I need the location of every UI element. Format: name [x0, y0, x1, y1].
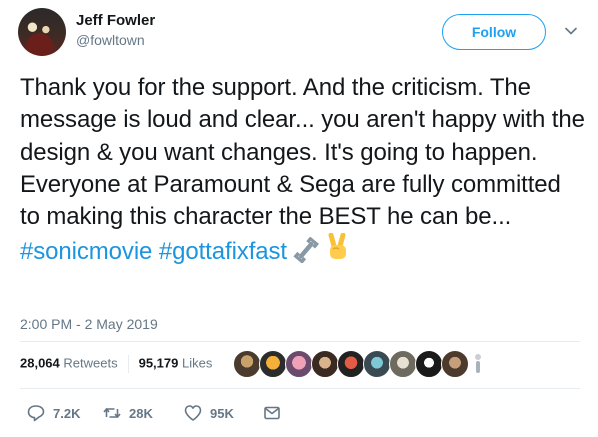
hashtag-gottafixfast[interactable]: #gottafixfast: [159, 238, 287, 265]
avatar[interactable]: [285, 350, 313, 378]
retweets-count: 28,064: [20, 355, 60, 371]
tweet-card: Jeff Fowler @fowltown Follow Thank you f…: [0, 0, 598, 437]
victory-hand-icon: [328, 233, 346, 260]
like-count: 95K: [210, 405, 234, 421]
stat-separator: [127, 355, 129, 373]
retweet-button[interactable]: 28K: [102, 403, 153, 423]
avatar[interactable]: [233, 350, 261, 378]
tweet-text: Thank you for the support. And the criti…: [20, 72, 585, 269]
likes-label: Likes: [181, 355, 213, 371]
avatar[interactable]: [389, 350, 417, 378]
divider: [20, 388, 580, 389]
retweet-count: 28K: [129, 405, 153, 421]
direct-message-button[interactable]: [262, 403, 282, 423]
avatar[interactable]: [311, 350, 339, 378]
likes-count: 95,179: [138, 355, 179, 371]
retweet-icon: [103, 408, 121, 418]
reply-count: 7.2K: [53, 405, 81, 421]
avatar[interactable]: [415, 350, 443, 378]
reply-icon: [27, 405, 45, 422]
hashtag-sonicmovie[interactable]: #sonicmovie: [20, 238, 152, 265]
timestamp[interactable]: 2:00 PM - 2 May 2019: [20, 316, 158, 332]
tweet-body-text: Thank you for the support. And the criti…: [20, 74, 585, 231]
likes-stat[interactable]: 95,179 Likes: [139, 355, 213, 370]
like-button[interactable]: 95K: [183, 403, 234, 423]
retweets-label: Retweets: [63, 355, 118, 371]
retweets-stat[interactable]: 28,064 Retweets: [20, 355, 118, 370]
chevron-down-icon[interactable]: [564, 24, 578, 38]
avatar[interactable]: [337, 350, 365, 378]
engagement-stats: 28,064 Retweets 95,179 Likes: [20, 355, 212, 373]
avatar[interactable]: [259, 350, 287, 378]
follow-button[interactable]: Follow: [442, 14, 546, 50]
wrench-icon: [293, 237, 319, 264]
avatar[interactable]: [363, 350, 391, 378]
avatar[interactable]: [18, 8, 66, 56]
envelope-icon: [264, 406, 280, 420]
author-handle[interactable]: @fowltown: [76, 32, 145, 48]
divider: [20, 341, 580, 342]
figure-icon[interactable]: [471, 353, 485, 375]
author-name[interactable]: Jeff Fowler: [76, 12, 155, 29]
avatar[interactable]: [441, 350, 469, 378]
heart-icon: [184, 405, 202, 421]
reply-button[interactable]: 7.2K: [26, 403, 80, 423]
